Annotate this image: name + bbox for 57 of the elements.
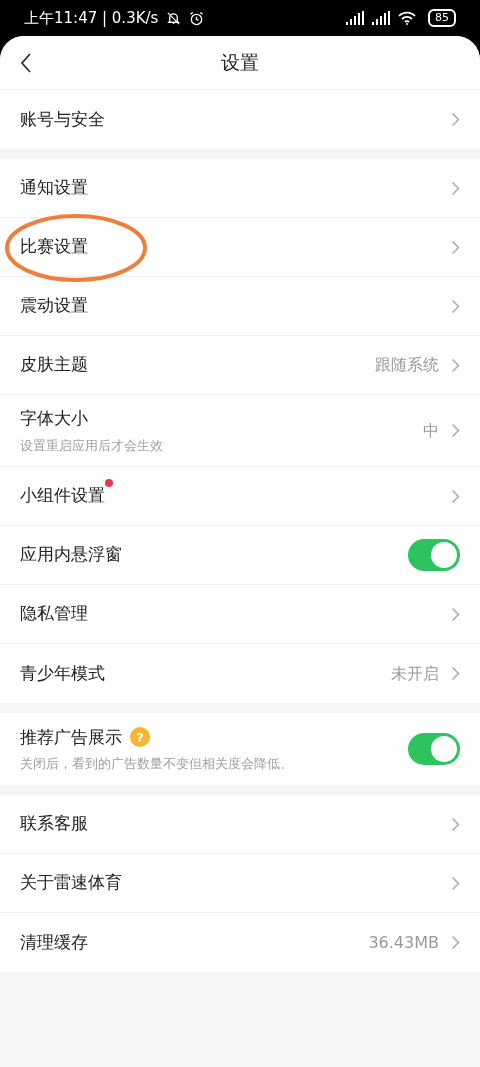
row-label: 小组件设置 xyxy=(20,485,105,506)
row-label: 青少年模式 xyxy=(20,662,105,683)
settings-row[interactable]: 比赛设置 xyxy=(0,218,480,277)
row-label: 隐私管理 xyxy=(20,603,88,624)
alarm-clock-icon xyxy=(189,10,205,26)
chevron-right-icon xyxy=(451,112,460,127)
row-label: 字体大小 xyxy=(20,408,88,428)
toggle-switch[interactable] xyxy=(408,733,460,765)
row-value: 36.43MB xyxy=(368,931,439,954)
row-label: 关于雷速体育 xyxy=(20,872,122,893)
row-label: 通知设置 xyxy=(20,177,88,198)
row-label: 账号与安全 xyxy=(20,108,105,129)
row-value: 跟随系统 xyxy=(375,354,439,376)
row-label: 推荐广告展示 xyxy=(20,726,122,747)
chevron-right-icon xyxy=(451,816,460,832)
settings-row[interactable]: 清理缓存 36.43MB xyxy=(0,913,480,972)
chevron-right-icon xyxy=(451,180,460,196)
row-label: 联系客服 xyxy=(20,813,88,834)
settings-row[interactable]: 关于雷速体育 xyxy=(0,854,480,913)
settings-row[interactable]: 青少年模式 未开启 xyxy=(0,644,480,703)
row-label: 比赛设置 xyxy=(20,236,88,257)
chevron-right-icon xyxy=(451,606,460,622)
chevron-right-icon xyxy=(451,239,460,255)
row-subtitle: 设置重启应用后才会生效 xyxy=(20,436,164,455)
signal-icon xyxy=(346,11,364,25)
status-time: 上午11:47 | 0.3K/s xyxy=(24,7,159,29)
chevron-right-icon xyxy=(451,875,460,891)
settings-row[interactable]: 皮肤主题 跟随系统 xyxy=(0,336,480,395)
settings-row[interactable]: 小组件设置 xyxy=(0,467,480,526)
battery-indicator: 85 xyxy=(428,9,456,27)
row-label: 清理缓存 xyxy=(20,931,88,952)
chevron-right-icon xyxy=(451,423,460,438)
row-label: 震动设置 xyxy=(20,295,88,316)
settings-row[interactable]: 推荐广告展示 ? 关闭后，看到的广告数量不变但相关度会降低。 xyxy=(0,713,480,785)
settings-row[interactable]: 字体大小 设置重启应用后才会生效 中 xyxy=(0,395,480,467)
settings-row[interactable]: 隐私管理 xyxy=(0,585,480,644)
row-subtitle: 关闭后，看到的广告数量不变但相关度会降低。 xyxy=(20,755,294,773)
chevron-right-icon xyxy=(451,298,460,314)
row-label: 应用内悬浮窗 xyxy=(20,544,122,565)
chevron-right-icon xyxy=(451,357,460,373)
page-title: 设置 xyxy=(221,50,259,76)
wifi-icon xyxy=(398,11,416,25)
settings-row[interactable]: 震动设置 xyxy=(0,277,480,336)
row-value: 中 xyxy=(423,419,439,442)
back-icon[interactable] xyxy=(20,52,32,73)
row-label: 皮肤主题 xyxy=(20,354,88,375)
settings-row[interactable]: 通知设置 xyxy=(0,159,480,218)
chevron-right-icon xyxy=(451,488,460,504)
bell-off-icon xyxy=(166,10,182,26)
settings-row[interactable]: 账号与安全 xyxy=(0,90,480,149)
signal-icon xyxy=(372,11,390,25)
row-value: 未开启 xyxy=(391,662,439,685)
chevron-right-icon xyxy=(451,935,460,950)
chevron-right-icon xyxy=(451,666,460,681)
settings-row[interactable]: 联系客服 xyxy=(0,795,480,854)
toggle-switch[interactable] xyxy=(408,539,460,571)
settings-row[interactable]: 应用内悬浮窗 xyxy=(0,526,480,585)
